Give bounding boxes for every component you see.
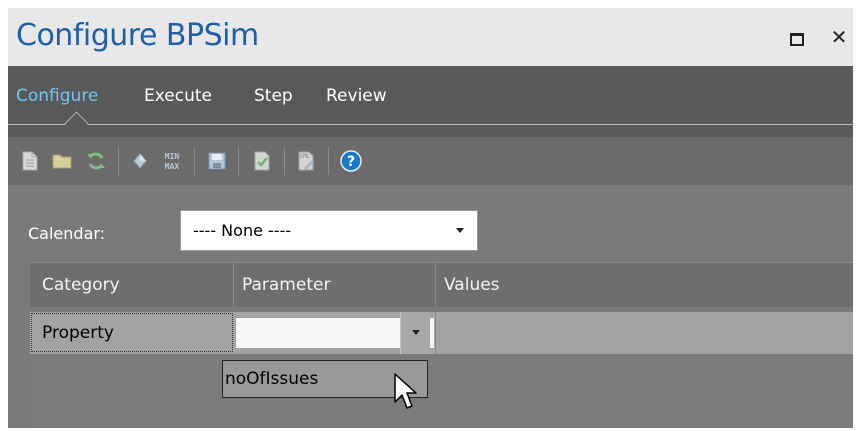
refresh-icon[interactable] [84,149,108,173]
grid-header: Category Parameter Values [30,262,853,307]
active-tab-indicator [64,111,89,136]
column-header-category[interactable]: Category [42,275,120,295]
parameter-dropdown-button[interactable] [400,312,430,354]
close-icon[interactable]: ✕ [828,26,850,48]
dropdown-option[interactable]: noOfIssues [225,369,318,389]
tab-step[interactable]: Step [254,86,293,106]
calendar-selected-value: ---- None ---- [193,221,292,240]
max-label: MAX [165,162,180,171]
configure-bpsim-window: Configure BPSim ✕ Configure Execute Step… [8,8,853,428]
new-document-icon[interactable] [18,149,42,173]
tab-configure[interactable]: Configure [16,86,98,106]
toolbar: MIN MAX XML ? [8,137,853,185]
tab-review[interactable]: Review [326,86,387,106]
title-bar: Configure BPSim ✕ [8,8,853,66]
min-label: MIN [165,152,180,161]
diamond-icon[interactable] [128,149,152,173]
window-title: Configure BPSim [16,18,259,53]
toolbar-separator [284,147,285,175]
column-header-parameter[interactable]: Parameter [242,275,330,295]
calendar-select[interactable]: ---- None ---- [180,210,478,251]
table-row[interactable]: Property [30,312,853,354]
svg-text:?: ? [347,154,355,170]
maximize-icon[interactable] [790,33,804,46]
xml-export-icon[interactable]: XML [294,149,318,173]
save-icon[interactable] [205,149,229,173]
column-separator [435,312,436,354]
calendar-label: Calendar: [28,224,106,243]
toolbar-separator [118,147,119,175]
column-separator [233,263,234,307]
validate-icon[interactable] [250,149,274,173]
column-separator [435,263,436,307]
mouse-pointer-icon [394,373,417,409]
toolbar-separator [238,147,239,175]
tab-underline [8,124,853,125]
open-folder-icon[interactable] [50,149,74,173]
toolbar-separator [194,147,195,175]
min-max-icon[interactable]: MIN MAX [160,149,184,173]
tab-bar: Configure Execute Step Review [8,66,853,137]
help-icon[interactable]: ? [339,149,363,173]
column-header-values[interactable]: Values [444,275,500,295]
tab-execute[interactable]: Execute [144,86,212,106]
chevron-down-icon [456,228,464,233]
toolbar-separator [328,147,329,175]
category-value: Property [42,323,114,343]
chevron-down-icon [412,330,420,335]
category-cell[interactable]: Property [31,313,233,352]
grid-body: Property [30,307,853,428]
xml-label: XML [300,153,311,160]
